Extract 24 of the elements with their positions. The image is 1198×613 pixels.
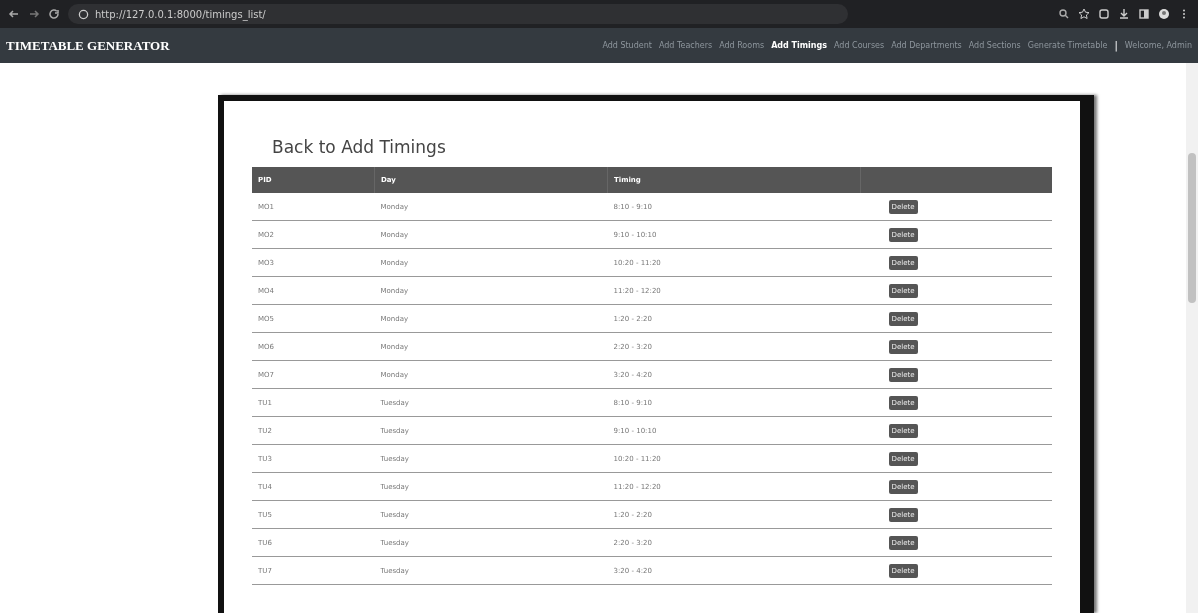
forward-icon[interactable] (28, 8, 40, 20)
back-link[interactable]: Back to Add Timings (272, 137, 1052, 157)
nav-link[interactable]: Add Teachers (658, 41, 713, 50)
nav-link[interactable]: Add Timings (771, 41, 827, 50)
star-icon[interactable] (1078, 8, 1090, 20)
nav-link[interactable]: Add Student (602, 41, 652, 50)
address-bar[interactable]: http://127.0.0.1:8000/timings_list/ (68, 4, 848, 24)
back-icon[interactable] (8, 8, 20, 20)
reload-icon[interactable] (48, 8, 60, 20)
nav-link[interactable]: Generate Timetable (1027, 41, 1108, 50)
nav-separator: | (1114, 40, 1118, 51)
sidebar-icon[interactable] (1138, 8, 1150, 20)
nav-link[interactable]: Add Courses (834, 41, 885, 50)
nav-link[interactable]: Add Rooms (719, 41, 765, 50)
download-icon[interactable] (1118, 8, 1130, 20)
nav-link[interactable]: Add Departments (891, 41, 962, 50)
zoom-icon[interactable] (1058, 8, 1070, 20)
site-info-icon[interactable] (78, 8, 89, 20)
profile-icon[interactable] (1158, 8, 1170, 20)
extension-icon[interactable] (1098, 8, 1110, 20)
scrollbar[interactable] (1186, 63, 1198, 613)
nav-link[interactable]: Add Sections (968, 41, 1021, 50)
brand-title[interactable]: TIMETABLE GENERATOR (6, 37, 170, 54)
user-link[interactable]: Welcome, Admin (1124, 41, 1192, 50)
